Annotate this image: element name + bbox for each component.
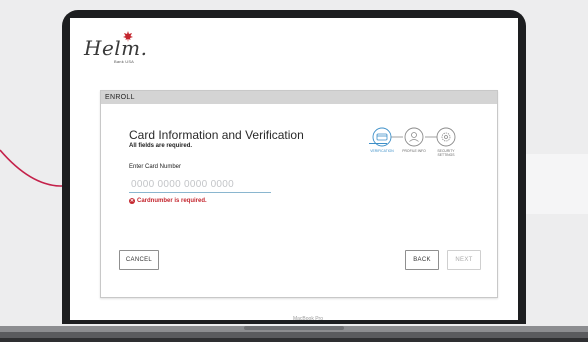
next-button[interactable]: NEXT (447, 250, 481, 270)
device-label: MacBook Pro (292, 316, 323, 322)
enroll-header: ENROLL (101, 91, 497, 104)
step-profile-label[interactable]: PROFILE INFO (399, 149, 429, 153)
step-profile-icon (404, 127, 424, 147)
maple-leaf-icon (123, 31, 133, 42)
background-card-shape (519, 154, 588, 214)
back-button[interactable]: BACK (405, 250, 439, 270)
card-number-label: Enter Card Number (129, 164, 182, 170)
step-security-label[interactable]: SECURITY SETTINGS (433, 149, 459, 157)
cancel-button[interactable]: CANCEL (119, 250, 159, 270)
card-number-error: ✕ Cardnumber is required. (129, 198, 207, 204)
required-note: All fields are required. (129, 143, 193, 149)
app-screen: Helm. Bank USA ENROLL Card Information a… (70, 18, 518, 320)
card-number-input[interactable] (129, 177, 271, 193)
helm-logo: Helm. Bank USA (84, 28, 164, 68)
laptop-base (0, 326, 588, 342)
page-title: Card Information and Verification (129, 128, 304, 142)
enroll-panel: ENROLL Card Information and Verification… (100, 90, 498, 298)
stepper-graphic (372, 127, 456, 147)
step-security-icon (436, 127, 456, 147)
active-step-underline (369, 143, 387, 144)
progress-stepper: VERIFICATION PROFILE INFO SECURITY SETTI… (365, 127, 465, 167)
error-icon: ✕ (129, 198, 135, 204)
step-verification-label[interactable]: VERIFICATION (367, 149, 397, 153)
error-text: Cardnumber is required. (137, 198, 207, 204)
